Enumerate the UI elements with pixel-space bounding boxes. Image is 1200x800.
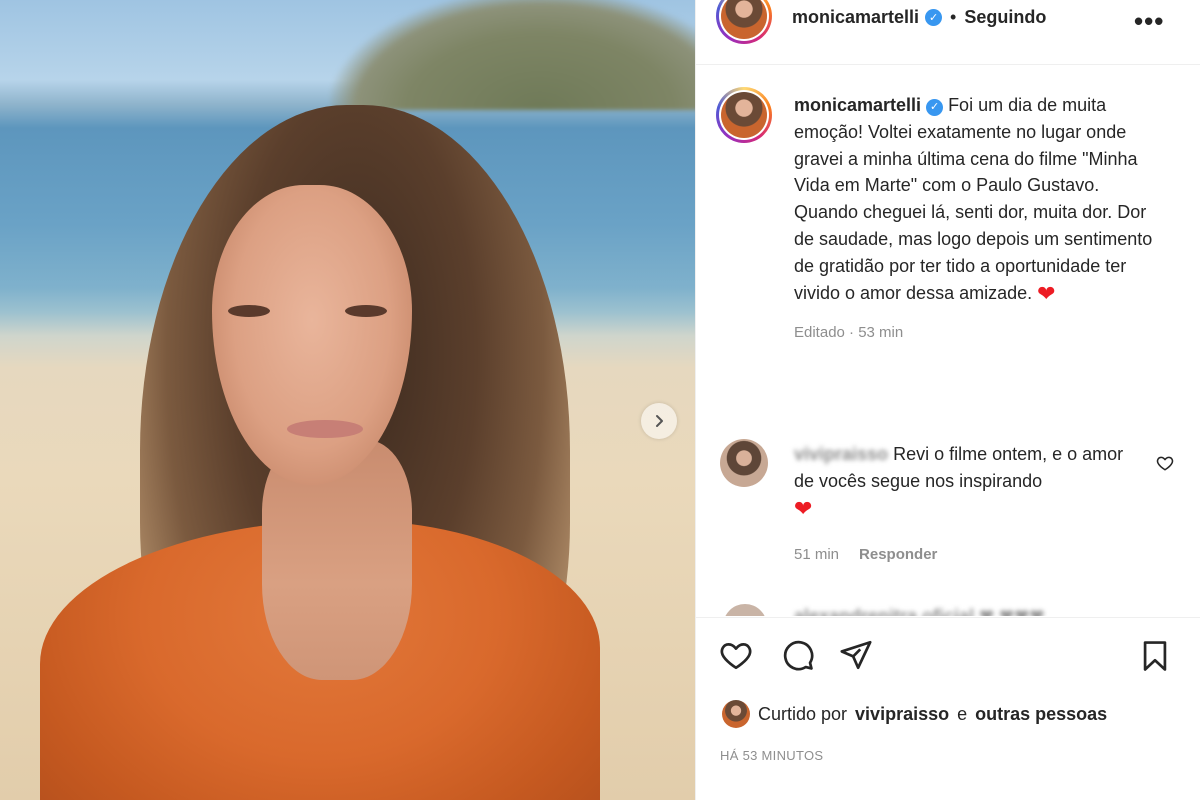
red-heart-emoji: ❤ bbox=[1037, 280, 1056, 306]
liker-avatar[interactable] bbox=[722, 700, 750, 728]
post-action-bar bbox=[696, 617, 1200, 697]
next-comment-peek: alexandrenitra oficial ❤ ❤❤❤ bbox=[720, 604, 1200, 616]
liked-by-prefix: Curtido por bbox=[758, 703, 848, 724]
reply-button[interactable]: Responder bbox=[859, 546, 937, 563]
caption-username[interactable]: monicamartelli bbox=[794, 95, 921, 115]
caption-author-avatar[interactable] bbox=[716, 87, 772, 143]
verified-icon: ✓ bbox=[925, 9, 943, 26]
post-photo[interactable] bbox=[0, 0, 695, 800]
post-timestamp[interactable]: HÁ 53 MINUTOS bbox=[720, 748, 823, 763]
liked-by-user[interactable]: vivipraisso bbox=[855, 704, 949, 725]
commenter-avatar[interactable] bbox=[720, 439, 768, 487]
caption-text-part2: Quando cheguei lá, senti dor, muita dor.… bbox=[794, 202, 1153, 303]
save-bookmark-icon[interactable] bbox=[1138, 638, 1172, 674]
post-caption: monicamartelli ✓ Foi um dia de muita emoç… bbox=[794, 92, 1164, 347]
comments-scroll-area[interactable]: monicamartelli ✓ Foi um dia de muita emoç… bbox=[696, 66, 1200, 616]
header-username[interactable]: monicamartelli bbox=[792, 7, 919, 28]
header-separator: • bbox=[950, 7, 957, 27]
comment-meta: 51 min Responder bbox=[794, 546, 937, 563]
liked-by: Curtido por vivipraisso e outras pessoas bbox=[722, 700, 1107, 728]
like-comment-heart-icon[interactable] bbox=[1156, 454, 1174, 472]
comment-time: 51 min bbox=[794, 546, 840, 563]
post-side-panel: monicamartelli ✓ • Seguindo ••• monicama… bbox=[695, 0, 1200, 800]
like-heart-icon[interactable] bbox=[718, 638, 754, 672]
liked-by-conjunction: e bbox=[957, 703, 968, 724]
author-avatar[interactable] bbox=[716, 0, 772, 44]
red-heart-emoji: ❤ bbox=[794, 496, 813, 521]
comment: vivipraisso Revi o filme ontem, e o amor… bbox=[794, 441, 1134, 522]
caption-edited-time: Editado · 53 min bbox=[794, 324, 904, 342]
verified-icon: ✓ bbox=[926, 98, 944, 116]
photo-hill bbox=[330, 0, 695, 110]
liked-by-others[interactable]: outras pessoas bbox=[975, 704, 1107, 725]
following-button[interactable]: Seguindo bbox=[964, 7, 1046, 28]
comment-bubble-icon[interactable] bbox=[780, 638, 816, 672]
photo-lips bbox=[287, 420, 363, 438]
peek-commenter-avatar[interactable] bbox=[723, 604, 767, 616]
header-author: monicamartelli ✓ • Seguindo bbox=[792, 7, 1046, 28]
more-horizontal-icon[interactable]: ••• bbox=[1134, 6, 1164, 37]
comment-username[interactable]: vivipraisso bbox=[794, 444, 888, 464]
photo-eye-left bbox=[228, 305, 270, 317]
share-paper-plane-icon[interactable] bbox=[838, 638, 874, 672]
post-header: monicamartelli ✓ • Seguindo ••• bbox=[696, 0, 1200, 65]
photo-eye-right bbox=[345, 305, 387, 317]
next-photo-button[interactable] bbox=[641, 403, 677, 439]
chevron-right-icon bbox=[656, 415, 663, 427]
peek-comment-text: alexandrenitra oficial ❤ ❤❤❤ bbox=[794, 606, 1045, 616]
